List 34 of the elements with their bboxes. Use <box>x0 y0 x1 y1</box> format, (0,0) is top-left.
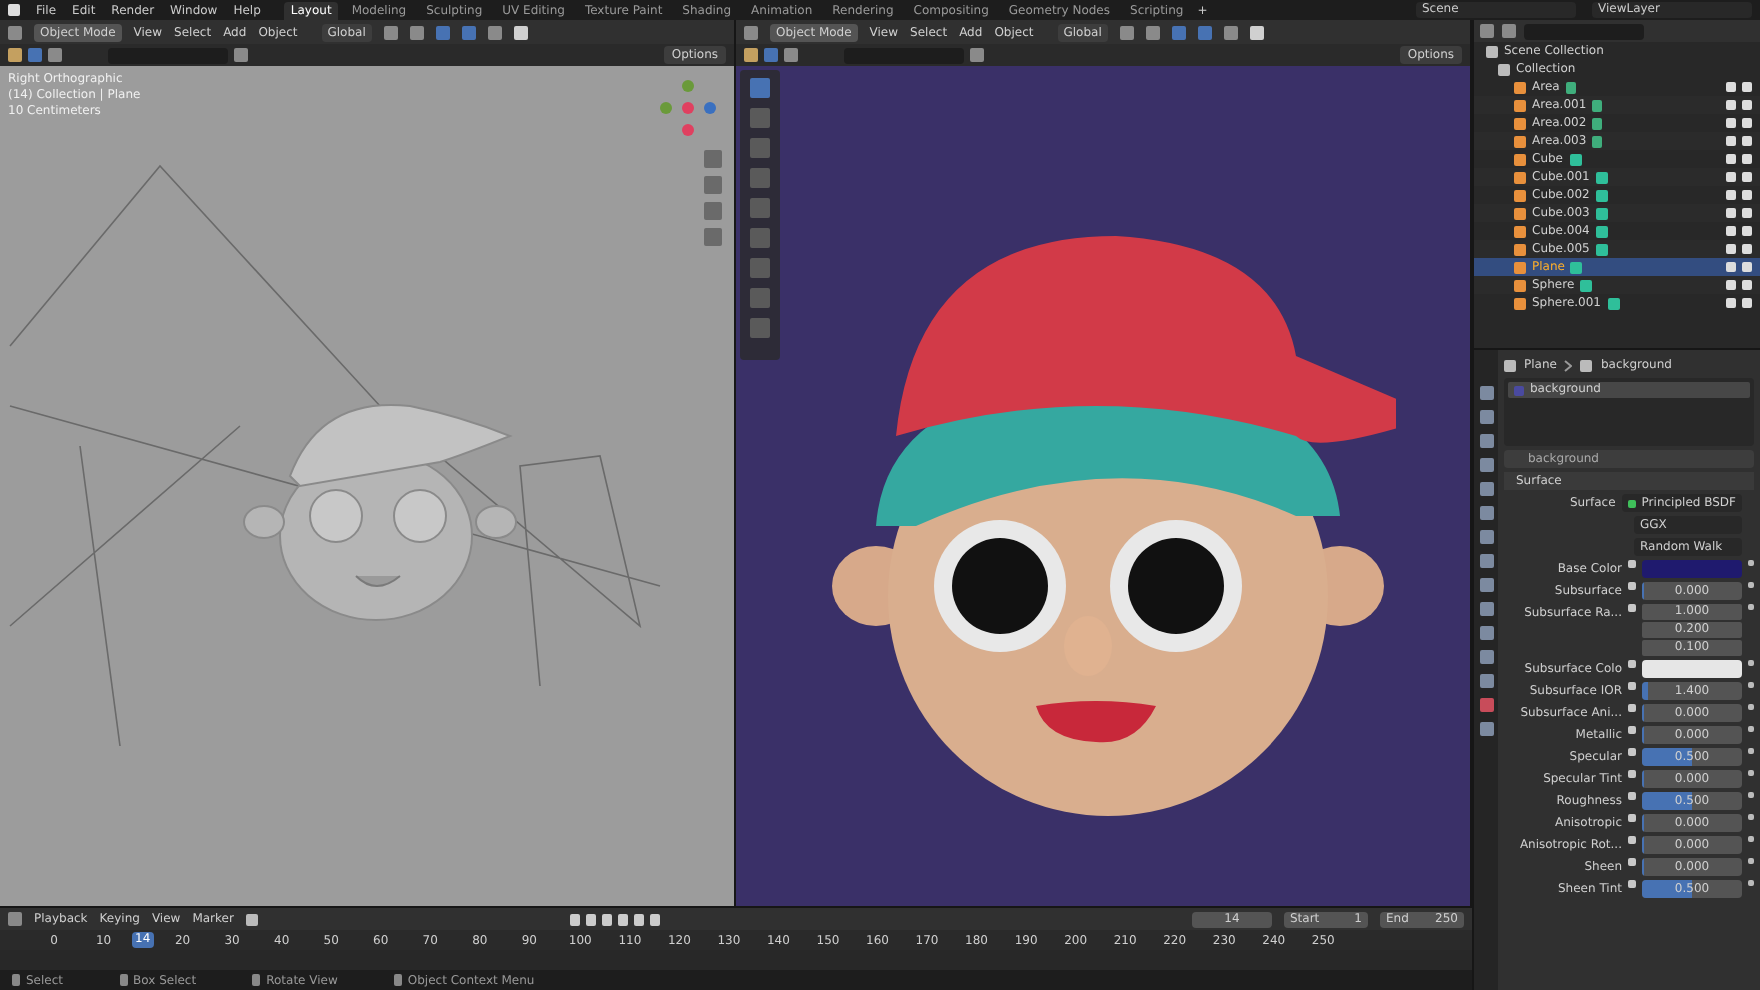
socket-icon[interactable] <box>1628 604 1636 612</box>
keyframe-icon[interactable] <box>1748 748 1754 754</box>
search-field[interactable] <box>844 47 964 63</box>
keyframe-icon[interactable] <box>1748 660 1754 666</box>
socket-icon[interactable] <box>1628 814 1636 822</box>
socket-icon[interactable] <box>1628 748 1636 756</box>
chevron-icon <box>1564 359 1573 371</box>
keyframe-icon[interactable] <box>1748 704 1754 710</box>
keyframe-icon[interactable] <box>1748 858 1754 864</box>
socket-icon[interactable] <box>1628 726 1636 734</box>
search-field[interactable] <box>108 47 228 63</box>
socket-icon[interactable] <box>1628 836 1636 844</box>
socket-icon[interactable] <box>1628 582 1636 590</box>
socket-icon[interactable] <box>1628 560 1636 568</box>
keyframe-icon[interactable] <box>1748 814 1754 820</box>
socket-icon[interactable] <box>1628 704 1636 712</box>
socket-icon[interactable] <box>1628 682 1636 690</box>
socket-icon[interactable] <box>1628 858 1636 866</box>
socket-icon[interactable] <box>1628 880 1636 888</box>
keyframe-icon[interactable] <box>1748 560 1754 566</box>
keyframe-icon[interactable] <box>1748 880 1754 886</box>
keyframe-icon[interactable] <box>1748 770 1754 776</box>
keyframe-icon[interactable] <box>1748 582 1754 588</box>
keyframe-icon[interactable] <box>1748 792 1754 798</box>
keyframe-icon[interactable] <box>1748 604 1754 610</box>
color-swatch[interactable] <box>1642 660 1742 678</box>
color-swatch[interactable] <box>1642 560 1742 578</box>
keyframe-icon[interactable] <box>1748 682 1754 688</box>
keyframe-icon[interactable] <box>1748 836 1754 842</box>
keyframe-icon[interactable] <box>1748 726 1754 732</box>
socket-icon[interactable] <box>1628 660 1636 668</box>
socket-icon[interactable] <box>1628 792 1636 800</box>
socket-icon[interactable] <box>1628 770 1636 778</box>
socket-icon[interactable] <box>1627 499 1636 507</box>
